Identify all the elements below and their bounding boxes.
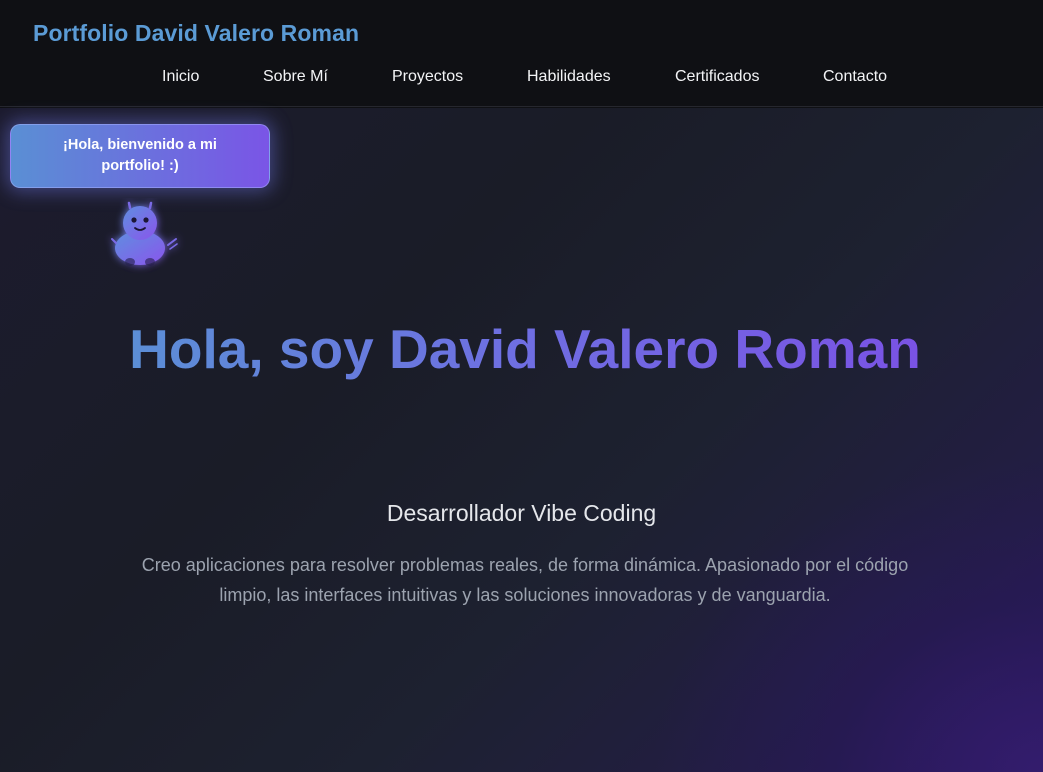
robot-mascot-icon[interactable] (104, 198, 186, 276)
site-header: Portfolio David Valero Roman Inicio Sobr… (0, 0, 1043, 107)
nav-link-sobre-mi[interactable]: Sobre Mí (263, 68, 328, 86)
hero-description: Creo aplicaciones para resolver problema… (141, 555, 909, 605)
hero-title: Hola, soy David Valero Roman (120, 304, 930, 394)
nav-link-contacto[interactable]: Contacto (823, 68, 887, 86)
brand-title[interactable]: Portfolio David Valero Roman (33, 20, 359, 47)
nav-link-proyectos[interactable]: Proyectos (392, 68, 463, 86)
hero-subtitle: Desarrollador Vibe Coding (386, 500, 657, 526)
welcome-speech-bubble: ¡Hola, bienvenido a mi portfolio! :) (10, 124, 270, 188)
nav-link-habilidades[interactable]: Habilidades (527, 68, 611, 86)
nav-link-certificados[interactable]: Certificados (675, 68, 759, 86)
nav-link-inicio[interactable]: Inicio (162, 68, 199, 86)
robot-mascot-svg (111, 201, 178, 266)
main-nav: Inicio Sobre Mí Proyectos Habilidades Ce… (0, 68, 1043, 88)
